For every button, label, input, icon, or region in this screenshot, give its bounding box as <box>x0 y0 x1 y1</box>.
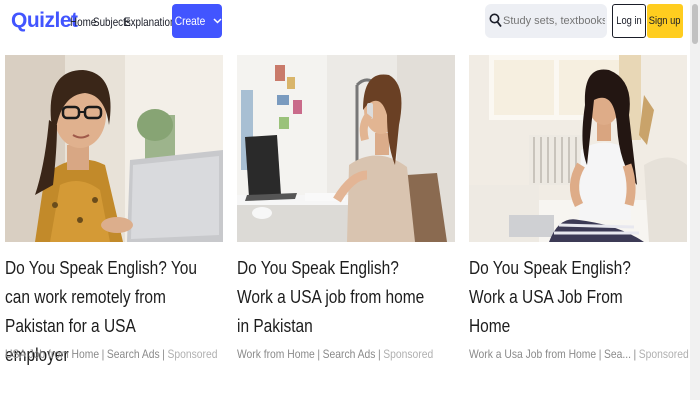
login-button-label: Log in <box>616 15 642 27</box>
card-image-woman-laptop-glasses[interactable] <box>5 55 223 242</box>
card-meta: Work a Usa Job from Home | Sea... | Sponsore… <box>469 347 689 361</box>
card-category-link[interactable]: Sea... <box>604 347 631 361</box>
card-headline[interactable]: Do You Speak English? Work a USA job fro… <box>237 254 435 341</box>
search-box[interactable] <box>485 4 607 38</box>
page-scrollbar-track[interactable] <box>690 0 700 400</box>
card-headline[interactable]: Do You Speak English? Work a USA Job Fro… <box>469 254 667 341</box>
quizlet-logo[interactable]: Quizlet <box>11 9 78 33</box>
search-input[interactable] <box>503 4 605 38</box>
card-category-link[interactable]: Search Ads <box>323 347 376 361</box>
meta-divider: | <box>162 347 165 361</box>
card-image-woman-on-bed-laptop[interactable] <box>469 55 687 242</box>
login-button[interactable]: Log in <box>612 4 646 38</box>
create-button-label: Create <box>174 14 206 28</box>
card-source-link[interactable]: USA Job from Home <box>5 347 99 361</box>
meta-divider: | <box>101 347 105 361</box>
card-source-link[interactable]: Work from Home <box>237 347 315 361</box>
page-scrollbar-thumb[interactable] <box>692 4 698 44</box>
top-navigation-bar: Quizlet Home Subjects Explanations Creat… <box>0 0 700 44</box>
signup-button[interactable]: Sign up <box>647 4 683 38</box>
search-icon <box>489 13 502 28</box>
sponsored-label: Sponsored <box>638 347 689 361</box>
sponsored-label: Sponsored <box>167 347 218 361</box>
signup-button-label: Sign up <box>649 15 681 27</box>
create-button[interactable]: Create <box>172 4 222 38</box>
card-image-woman-on-phone[interactable] <box>237 55 455 242</box>
card-source-link[interactable]: Work a Usa Job from Home <box>469 347 596 361</box>
meta-divider: | <box>598 347 602 361</box>
card-meta: USA Job from Home | Search Ads | Sponsored <box>5 347 217 361</box>
sponsored-label: Sponsored <box>383 347 434 361</box>
card-category-link[interactable]: Search Ads <box>107 347 160 361</box>
meta-divider: | <box>633 347 637 361</box>
chevron-down-icon <box>213 16 222 26</box>
card-meta: Work from Home | Search Ads | Sponsored <box>237 347 433 361</box>
meta-divider: | <box>317 347 321 361</box>
meta-divider: | <box>378 347 381 361</box>
